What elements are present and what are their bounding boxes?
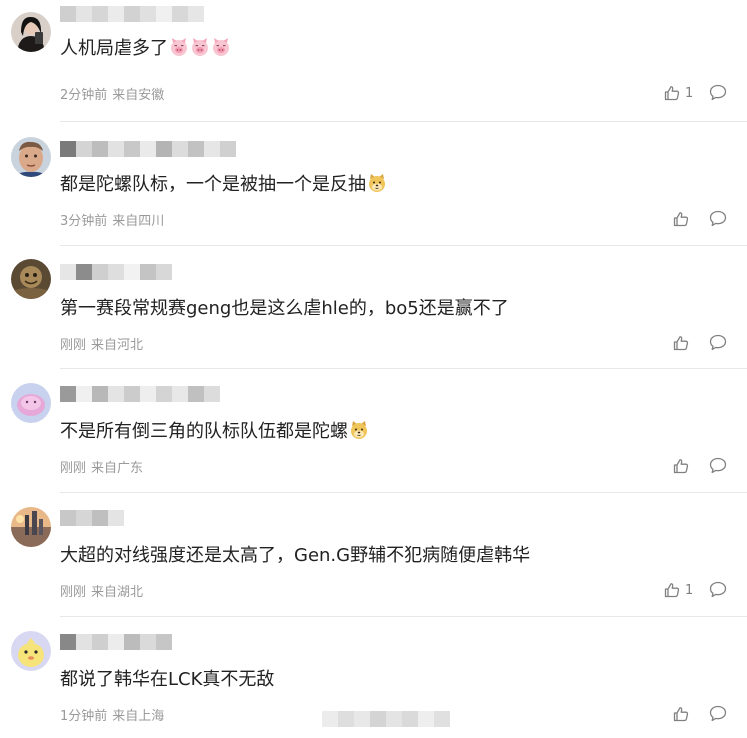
like-count: 1 [685,582,694,598]
pig-face-icon [211,37,231,65]
comment-text-body: 不是所有倒三角的队标队伍都是陀螺 [60,421,348,442]
comment-bubble-icon [709,84,727,101]
avatar[interactable] [11,507,51,547]
avatar[interactable] [11,259,51,299]
username-mosaic[interactable] [60,632,184,652]
comment-item: 大超的对线强度还是太高了，Gen.G野辅不犯病随便虐韩华 刚刚 来自湖北 1 [0,493,747,617]
username-mosaic[interactable] [60,139,240,159]
comment-text-body: 大超的对线强度还是太高了，Gen.G野辅不犯病随便虐韩华 [60,545,531,566]
like-button[interactable] [673,209,694,229]
comment-bubble-icon [709,334,727,351]
comment-location: 来自湖北 [91,585,144,600]
comment-meta: 刚刚 来自湖北 [60,581,143,600]
comment-time: 1分钟前 [60,709,108,724]
comment-bubble-icon [709,705,727,722]
thumbs-up-icon [673,706,689,722]
comment-text-body: 第一赛段常规赛geng也是这么虐hle的，bo5还是赢不了 [60,298,509,319]
like-button[interactable] [673,704,694,724]
comment-list: 人机局虐多了 2分钟前 来自安徽 1 都是陀螺队标，一个是被抽一个是反抽 3分钟… [0,0,747,738]
thumbs-up-icon [673,458,689,474]
comment-text-body: 都是陀螺队标，一个是被抽一个是反抽 [60,174,366,195]
comment-bubble-icon [709,210,727,227]
reply-button[interactable] [709,210,727,227]
comment-bubble-icon [709,457,727,474]
reply-button[interactable] [709,581,727,598]
comment-meta: 2分钟前 来自安徽 [60,84,164,103]
comment-meta: 刚刚 来自广东 [60,457,143,476]
reply-button[interactable] [709,457,727,474]
avatar[interactable] [11,631,51,671]
comment-location: 来自河北 [91,338,144,353]
comment-location: 来自上海 [112,709,165,724]
comment-time: 3分钟前 [60,214,108,229]
comment-text: 人机局虐多了 [60,36,231,65]
comment-time: 2分钟前 [60,88,108,103]
username-mosaic[interactable] [60,508,132,528]
comment-item: 不是所有倒三角的队标队伍都是陀螺 刚刚 来自广东 [0,369,747,493]
comment-text-body: 都说了韩华在LCK真不无敌 [60,669,275,690]
comment-meta: 3分钟前 来自四川 [60,210,164,229]
like-button[interactable]: 1 [664,580,693,600]
like-button[interactable] [673,333,694,353]
reply-button[interactable] [709,84,727,101]
comment-location: 来自广东 [91,461,144,476]
comment-text: 都是陀螺队标，一个是被抽一个是反抽 [60,172,387,201]
comment-location: 来自四川 [112,214,165,229]
comment-location: 来自安徽 [112,88,165,103]
comment-time: 刚刚 [60,461,87,476]
comment-time: 刚刚 [60,585,87,600]
thumbs-up-icon [673,211,689,227]
username-mosaic[interactable] [60,384,228,404]
reply-button[interactable] [709,705,727,722]
comment-text: 不是所有倒三角的队标队伍都是陀螺 [60,419,369,448]
like-button[interactable]: 1 [664,83,693,103]
thumbs-up-icon [664,582,680,598]
comment-meta: 1分钟前 来自上海 [60,705,164,724]
pig-face-icon [169,37,189,65]
watermark-mosaic [322,708,450,734]
doge-icon [349,420,369,448]
like-button[interactable] [673,456,694,476]
avatar[interactable] [11,137,51,177]
username-mosaic[interactable] [60,262,180,282]
comment-text: 都说了韩华在LCK真不无敌 [60,667,274,693]
thumbs-up-icon [664,85,680,101]
pig-face-icon [190,37,210,65]
comment-item: 都是陀螺队标，一个是被抽一个是反抽 3分钟前 来自四川 [0,122,747,246]
comment-text-body: 人机局虐多了 [60,38,168,59]
comment-time: 刚刚 [60,338,87,353]
avatar[interactable] [11,12,51,52]
reply-button[interactable] [709,334,727,351]
like-count: 1 [685,85,694,101]
comment-text: 大超的对线强度还是太高了，Gen.G野辅不犯病随便虐韩华 [60,543,530,569]
avatar[interactable] [11,383,51,423]
comment-text: 第一赛段常规赛geng也是这么虐hle的，bo5还是赢不了 [60,296,509,322]
comment-item: 第一赛段常规赛geng也是这么虐hle的，bo5还是赢不了 刚刚 来自河北 [0,246,747,369]
comment-meta: 刚刚 来自河北 [60,334,143,353]
comment-item: 人机局虐多了 2分钟前 来自安徽 1 [0,0,747,122]
doge-icon [367,173,387,201]
comment-bubble-icon [709,581,727,598]
username-mosaic[interactable] [60,4,204,24]
thumbs-up-icon [673,335,689,351]
